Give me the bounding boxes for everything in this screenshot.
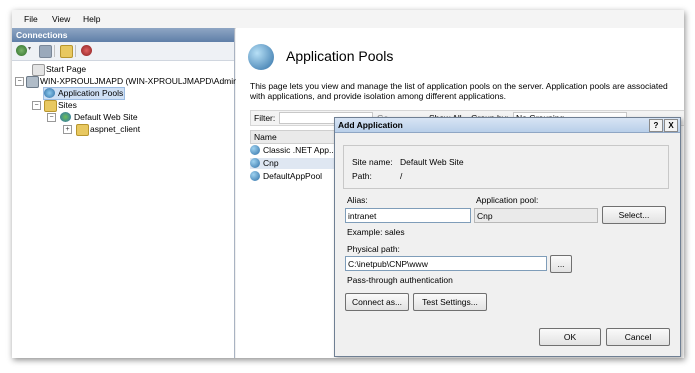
menu-bar: File View Help [12, 10, 684, 29]
filter-label: Filter: [254, 113, 276, 123]
ok-button[interactable]: OK [539, 328, 601, 346]
column-header-name[interactable]: Name [250, 130, 336, 144]
help-button[interactable]: ? [649, 119, 663, 132]
dialog-title-bar: Add Application ? X [335, 118, 680, 133]
path-value: / [400, 171, 403, 181]
tree-expander-icon[interactable]: − [32, 101, 41, 110]
page-title: Application Pools [286, 48, 394, 64]
site-info-group: Site name: Default Web Site Path: / [343, 145, 669, 189]
alias-input[interactable]: intranet [345, 208, 471, 223]
app-pools-icon [44, 88, 55, 98]
site-name-label: Site name: [352, 157, 393, 167]
connections-title: Connections [16, 30, 68, 40]
start-page-icon [32, 64, 45, 76]
list-item[interactable]: DefaultAppPool [250, 171, 334, 182]
toolbar-divider [75, 45, 76, 57]
connections-toolbar: ▾ [12, 42, 234, 61]
tree-expander-icon[interactable]: − [15, 77, 24, 86]
path-label: Path: [352, 171, 372, 181]
menu-view[interactable]: View [52, 14, 70, 24]
connect-icon[interactable] [16, 45, 27, 56]
physical-path-label: Physical path: [347, 244, 400, 254]
toolbar-divider [54, 45, 55, 57]
site-name-value: Default Web Site [400, 157, 464, 167]
application-pools-icon [248, 44, 274, 70]
list-item[interactable]: Cnp [250, 158, 334, 169]
physical-path-input[interactable]: C:\inetpub\CNP\www [345, 256, 547, 271]
app-pool-icon [250, 158, 260, 168]
menu-help[interactable]: Help [83, 14, 100, 24]
pass-through-text: Pass-through authentication [347, 275, 453, 285]
example-text: Example: sales [347, 227, 405, 237]
list-item[interactable]: Classic .NET App... [250, 145, 336, 156]
application-pool-field: Cnp [474, 208, 598, 223]
application-pool-label: Application pool: [476, 195, 539, 205]
tree-expander-icon[interactable]: + [63, 125, 72, 134]
connections-header: Connections [12, 28, 234, 42]
app-pool-icon [250, 145, 260, 155]
globe-icon [60, 112, 71, 122]
iis-manager-window: File View Help Connections ▾ Start Page … [12, 10, 684, 358]
cancel-button[interactable]: Cancel [606, 328, 670, 346]
browse-button[interactable]: ... [550, 255, 572, 273]
tree-expander-icon[interactable]: − [47, 113, 56, 122]
connect-as-button[interactable]: Connect as... [345, 293, 409, 311]
sites-folder-icon [44, 100, 57, 112]
menu-file[interactable]: File [24, 14, 38, 24]
alias-label: Alias: [347, 195, 368, 205]
add-application-dialog: Add Application ? X Site name: Default W… [334, 117, 681, 357]
select-button[interactable]: Select... [602, 206, 666, 224]
connections-pane: Connections ▾ Start Page − WIN-XPROULJMA… [12, 28, 244, 358]
save-icon[interactable] [39, 45, 52, 58]
up-folder-icon[interactable] [60, 45, 73, 58]
app-pool-icon [250, 171, 260, 181]
test-settings-button[interactable]: Test Settings... [413, 293, 487, 311]
page-description: This page lets you view and manage the l… [250, 81, 668, 101]
dialog-title: Add Application [338, 120, 403, 130]
dropdown-arrow-icon[interactable]: ▾ [28, 45, 34, 56]
server-icon [26, 76, 39, 88]
tree-application-pools[interactable]: Application Pools [43, 87, 125, 100]
folder-icon [76, 124, 89, 136]
disconnect-icon[interactable] [81, 45, 92, 56]
close-button[interactable]: X [664, 119, 678, 132]
